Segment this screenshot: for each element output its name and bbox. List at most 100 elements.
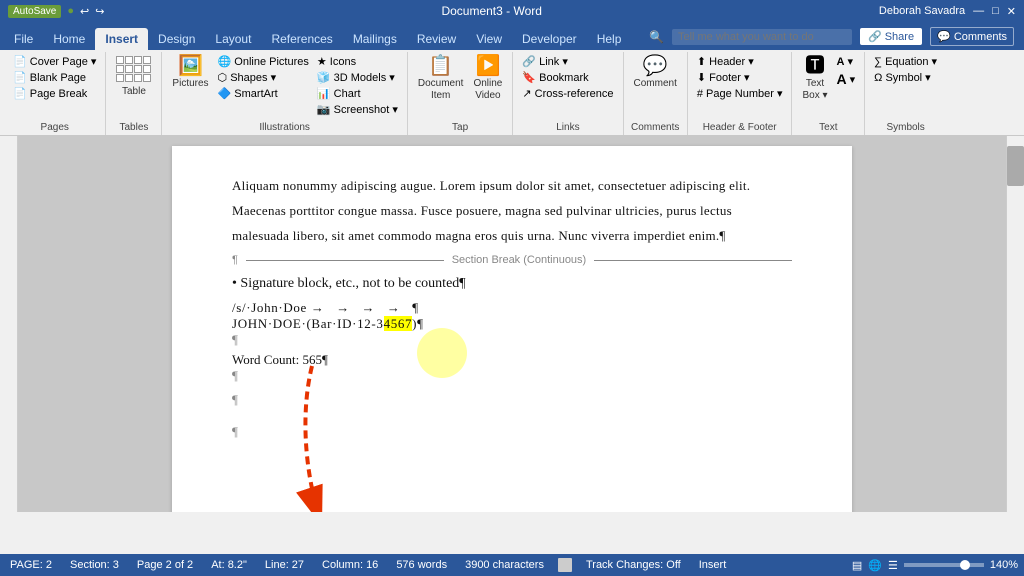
bullet-item: • Signature block, etc., not to be count… xyxy=(232,276,792,292)
status-page: PAGE: 2 xyxy=(6,559,56,571)
3d-models-btn[interactable]: 🧊 3D Models ▾ xyxy=(314,70,401,85)
links-label: Links xyxy=(556,120,579,133)
tables-content: Table xyxy=(112,54,155,120)
pictures-btn[interactable]: 🖼️ Pictures xyxy=(168,54,212,92)
status-right: ▤ 🌐 ☰ 140% xyxy=(852,559,1018,572)
status-line: Line: 27 xyxy=(261,559,308,571)
tables-group: Table Tables xyxy=(106,52,162,135)
sig-line2: JOHN·DOE·(Bar·ID·12-34567)¶ xyxy=(232,316,792,332)
drop-cap-btn[interactable]: A▾ xyxy=(834,70,859,88)
symbols-content: ∑ Equation ▾ Ω Symbol ▾ xyxy=(871,54,940,120)
status-at: At: 8.2" xyxy=(207,559,251,571)
para3: malesuada libero, sit amet commodo magna… xyxy=(232,226,792,247)
pages-content: 📄 Cover Page ▾ 📄 Blank Page 📄 Page Break xyxy=(10,54,99,120)
undo-btn[interactable]: ↩ xyxy=(80,5,89,18)
comment-btn[interactable]: 💬 Comment xyxy=(630,54,681,92)
zoom-thumb xyxy=(960,560,970,570)
blank-page-btn[interactable]: 📄 Blank Page xyxy=(10,70,99,85)
tab-file[interactable]: File xyxy=(4,28,43,50)
zoom-slider[interactable] xyxy=(904,563,984,567)
doc-content[interactable]: Aliquam nonummy adipiscing augue. Lorem … xyxy=(18,136,1006,512)
chart-btn[interactable]: 📊 Chart xyxy=(314,86,401,101)
word-art-btn[interactable]: A▾ xyxy=(834,54,859,69)
maximize-btn[interactable]: □ xyxy=(992,5,999,17)
bookmark-btn[interactable]: 🔖 Bookmark xyxy=(519,70,616,85)
redo-btn[interactable]: ↪ xyxy=(95,5,104,18)
pages-group: 📄 Cover Page ▾ 📄 Blank Page 📄 Page Break… xyxy=(4,52,106,135)
header-footer-content: ⬆ Header ▾ ⬇ Footer ▾ # Page Number ▾ xyxy=(694,54,786,120)
table-btn[interactable]: Table xyxy=(112,54,155,100)
shapes-btn[interactable]: ⬡ Shapes ▾ xyxy=(215,70,312,85)
para1: Aliquam nonummy adipiscing augue. Lorem … xyxy=(232,176,792,197)
cover-page-btn[interactable]: 📄 Cover Page ▾ xyxy=(10,54,99,69)
text-box-btn[interactable]: 🆃 TextBox ▾ xyxy=(798,54,831,104)
scroll-thumb[interactable] xyxy=(1007,146,1024,186)
footer-btn[interactable]: ⬇ Footer ▾ xyxy=(694,70,786,85)
online-pictures-btn[interactable]: 🌐 Online Pictures xyxy=(215,54,312,69)
para-mark3: ¶ xyxy=(232,424,792,440)
status-section: Section: 3 xyxy=(66,559,123,571)
symbols-col: ∑ Equation ▾ Ω Symbol ▾ xyxy=(871,54,940,85)
para-mark2: ¶ xyxy=(232,392,792,408)
tab-layout[interactable]: Layout xyxy=(205,28,261,50)
tab-design[interactable]: Design xyxy=(148,28,205,50)
view-normal-btn[interactable]: ▤ xyxy=(852,559,862,572)
view-web-btn[interactable]: 🌐 xyxy=(868,559,882,572)
minimize-btn[interactable]: — xyxy=(973,5,984,17)
close-btn[interactable]: ✕ xyxy=(1007,5,1016,18)
share-btn[interactable]: 🔗 Share xyxy=(860,28,922,45)
page-break-btn[interactable]: 📄 Page Break xyxy=(10,86,99,101)
pages-label: Pages xyxy=(41,120,69,133)
status-track-changes: Track Changes: Off xyxy=(582,559,685,571)
links-col: 🔗 Link ▾ 🔖 Bookmark ↗ Cross-reference xyxy=(519,54,616,101)
ribbon-tabs: File Home Insert Design Layout Reference… xyxy=(0,22,1024,50)
status-column: Column: 16 xyxy=(318,559,382,571)
document-page: Aliquam nonummy adipiscing augue. Lorem … xyxy=(172,146,852,512)
pictures-label: Pictures xyxy=(172,78,208,90)
autosave-dot: ● xyxy=(67,5,74,17)
scroll-right[interactable] xyxy=(1006,136,1024,512)
tab-review[interactable]: Review xyxy=(407,28,466,50)
link-btn[interactable]: 🔗 Link ▾ xyxy=(519,54,616,69)
word-count-line: Word Count: 565¶ xyxy=(232,352,792,368)
tab-developer[interactable]: Developer xyxy=(512,28,587,50)
icons-btn[interactable]: ★ Icons xyxy=(314,54,401,69)
tab-references[interactable]: References xyxy=(261,28,342,50)
zoom-level: 140% xyxy=(990,559,1018,571)
online-video-btn[interactable]: ▶️ OnlineVideo xyxy=(469,54,506,104)
header-btn[interactable]: ⬆ Header ▾ xyxy=(694,54,786,69)
tap-content: 📋 DocumentItem ▶️ OnlineVideo xyxy=(414,54,506,120)
comments-group: 💬 Comment Comments xyxy=(624,52,688,135)
section-break: ¶ Section Break (Continuous) xyxy=(232,254,792,266)
links-group: 🔗 Link ▾ 🔖 Bookmark ↗ Cross-reference Li… xyxy=(513,52,623,135)
text-box-icon: 🆃 xyxy=(805,56,825,76)
doc-area: Aliquam nonummy adipiscing augue. Lorem … xyxy=(0,136,1024,512)
symbols-group: ∑ Equation ▾ Ω Symbol ▾ Symbols xyxy=(865,52,946,135)
section-break-label: Section Break (Continuous) xyxy=(452,254,587,266)
track-changes-indicator xyxy=(558,558,572,572)
equation-btn[interactable]: ∑ Equation ▾ xyxy=(871,54,940,69)
comment-label: Comment xyxy=(634,78,677,90)
text-group: 🆃 TextBox ▾ A▾ A▾ Text xyxy=(792,52,865,135)
illustrations-group: 🖼️ Pictures 🌐 Online Pictures ⬡ Shapes ▾… xyxy=(162,52,407,135)
tab-mailings[interactable]: Mailings xyxy=(343,28,407,50)
document-item-btn[interactable]: 📋 DocumentItem xyxy=(414,54,468,104)
symbol-btn[interactable]: Ω Symbol ▾ xyxy=(871,70,940,85)
smartart-btn[interactable]: 🔷 SmartArt xyxy=(215,86,312,101)
tab-help[interactable]: Help xyxy=(587,28,632,50)
ribbon: 📄 Cover Page ▾ 📄 Blank Page 📄 Page Break… xyxy=(0,50,1024,136)
break-line-left xyxy=(246,260,444,261)
pilcrow-break: ¶ xyxy=(232,254,238,266)
para2: Maecenas porttitor congue massa. Fusce p… xyxy=(232,201,792,222)
cross-reference-btn[interactable]: ↗ Cross-reference xyxy=(519,86,616,101)
screenshot-btn[interactable]: 📷 Screenshot ▾ xyxy=(314,102,401,117)
page-number-btn[interactable]: # Page Number ▾ xyxy=(694,86,786,101)
comments-btn[interactable]: 💬 Comments xyxy=(930,27,1014,46)
tab-view[interactable]: View xyxy=(466,28,512,50)
tell-me-input[interactable] xyxy=(672,29,852,45)
tab-home[interactable]: Home xyxy=(43,28,95,50)
tab-insert[interactable]: Insert xyxy=(95,28,148,50)
status-insert: Insert xyxy=(695,559,731,571)
text-group-label: Text xyxy=(819,120,837,133)
view-outline-btn[interactable]: ☰ xyxy=(888,559,898,572)
